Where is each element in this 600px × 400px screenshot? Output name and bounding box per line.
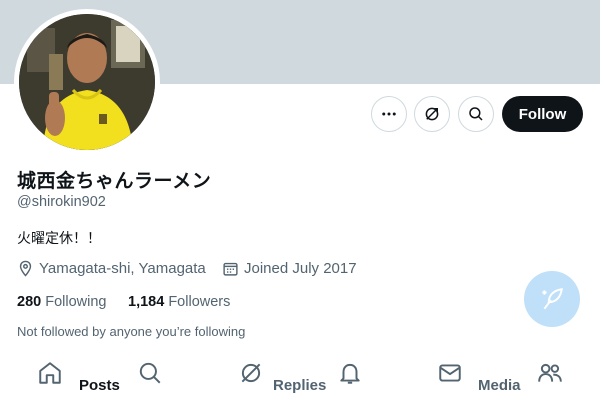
explore-icon [139,362,161,384]
following-count: 280 [17,294,42,310]
nav-grok[interactable] [238,360,264,386]
nav-home[interactable] [37,360,63,386]
more-icon [382,112,396,116]
compose-post-button[interactable] [524,271,580,327]
nav-explore[interactable] [137,360,163,386]
following-link[interactable]: 280 Following [17,294,106,310]
nav-communities[interactable] [537,360,563,386]
followers-link[interactable]: 1,184 Followers [128,294,230,310]
more-button[interactable] [371,96,407,132]
location-pin-icon [19,260,32,277]
joined-text: Joined July 2017 [244,260,357,277]
notifications-icon [340,363,360,384]
location-text: Yamagata-shi, Yamagata [39,260,206,277]
tab-posts[interactable]: Posts [79,377,120,394]
nav-notifications[interactable] [337,360,363,386]
subscribe-icon [425,107,439,121]
avatar-photo [19,14,155,150]
display-name: 城西金ちゃんラーメン [17,170,212,192]
calendar-icon [223,262,238,276]
communities-icon [538,363,562,382]
compose-feather-icon [542,288,563,310]
tab-media[interactable]: Media [478,377,521,394]
messages-icon [439,364,461,382]
profile-location: Yamagata-shi, Yamagata [17,260,206,277]
not-followed-notice: Not followed by anyone you’re following [17,324,246,339]
home-icon [39,362,61,384]
followers-label: Followers [168,294,231,310]
search-button[interactable] [458,96,494,132]
subscribe-button[interactable] [414,96,450,132]
grok-icon [241,363,261,383]
followers-count: 1,184 [128,294,165,310]
profile-join-date: Joined July 2017 [222,260,357,277]
profile-bio: 火曜定休！！ [17,231,101,247]
following-label: Following [45,294,107,310]
avatar[interactable] [14,9,160,155]
search-icon [469,107,483,121]
user-handle: @shirokin902 [17,194,106,210]
nav-messages[interactable] [437,360,463,386]
tab-replies[interactable]: Replies [273,377,326,394]
follow-button[interactable]: Follow [502,96,583,132]
